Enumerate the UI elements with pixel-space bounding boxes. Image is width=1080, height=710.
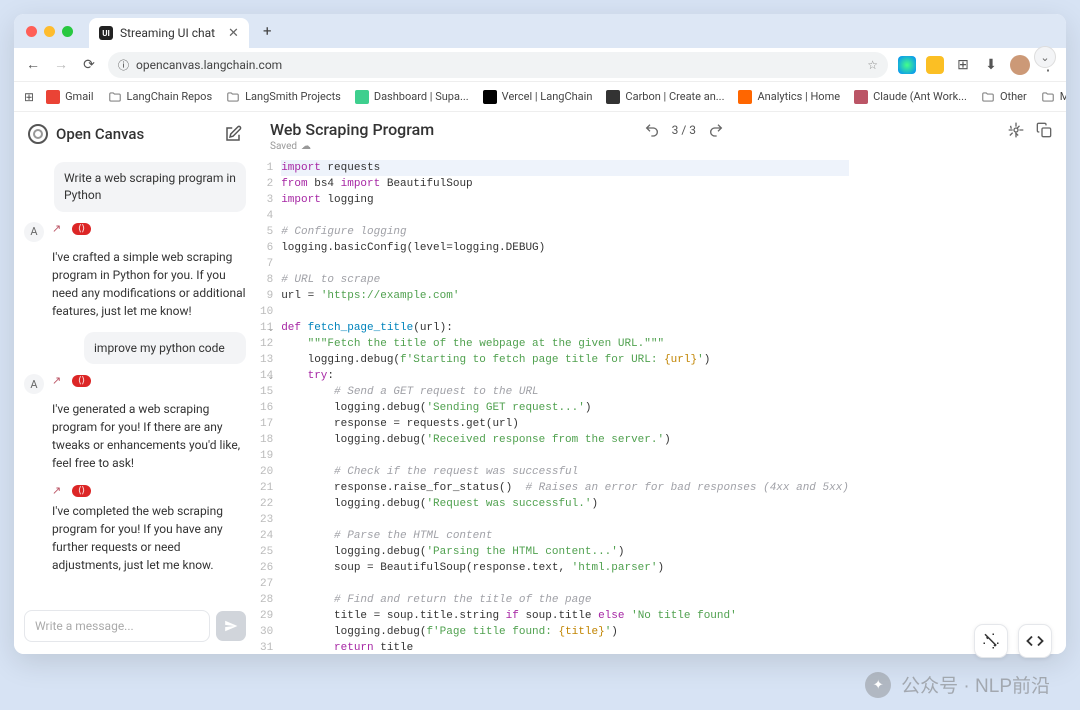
- collapse-tabs-icon[interactable]: ⌄: [1034, 46, 1056, 68]
- code-badge[interactable]: ⟨⟩: [72, 223, 91, 235]
- bookmark-item[interactable]: Carbon | Create an...: [606, 90, 724, 104]
- extension-icon[interactable]: [926, 56, 944, 74]
- chat-input-row: Write a message...: [22, 606, 248, 644]
- apps-icon[interactable]: ⊞: [24, 90, 34, 104]
- minimize-window-icon[interactable]: [44, 26, 55, 37]
- site-info-icon[interactable]: ⓘ: [118, 57, 129, 73]
- bookmark-item[interactable]: Other: [981, 90, 1027, 104]
- undo-icon[interactable]: [644, 122, 660, 138]
- bookmark-item[interactable]: Analytics | Home: [738, 90, 840, 104]
- tab-title: Streaming UI chat: [120, 26, 215, 40]
- close-window-icon[interactable]: [26, 26, 37, 37]
- bookmark-item[interactable]: Claude (Ant Work...: [854, 90, 967, 104]
- browser-window: UI Streaming UI chat ✕ + ⌄ ← → ⟳ ⓘ openc…: [14, 14, 1066, 654]
- open-link-icon[interactable]: ↗: [52, 484, 66, 498]
- reload-button[interactable]: ⟳: [80, 57, 98, 73]
- code-badge[interactable]: ⟨⟩: [72, 375, 91, 387]
- version-label: 3 / 3: [672, 123, 696, 137]
- send-button[interactable]: [216, 611, 246, 641]
- downloads-icon[interactable]: ⬇: [982, 57, 1000, 73]
- extension-icon[interactable]: [898, 56, 916, 74]
- ai-message-header: A ↗ ⟨⟩: [24, 222, 246, 242]
- tab-favicon: UI: [99, 26, 113, 40]
- user-message: Write a web scraping program in Python: [54, 162, 246, 212]
- ai-message-header: A ↗ ⟨⟩: [24, 374, 246, 394]
- wechat-icon: ✦: [865, 672, 891, 698]
- bookmark-item[interactable]: LangChain Repos: [108, 90, 213, 104]
- copy-icon[interactable]: [1036, 122, 1052, 138]
- settings-icon[interactable]: [1008, 122, 1024, 138]
- new-tab-button[interactable]: +: [257, 22, 278, 40]
- tab-strip: UI Streaming UI chat ✕ + ⌄: [14, 14, 1066, 48]
- message-input[interactable]: Write a message...: [24, 610, 210, 642]
- new-chat-icon[interactable]: [224, 125, 242, 143]
- bookmark-item[interactable]: Vercel | LangChain: [483, 90, 593, 104]
- chat-sidebar: Open Canvas Write a web scraping program…: [14, 112, 256, 654]
- code-view-button[interactable]: [1018, 624, 1052, 658]
- address-bar: ← → ⟳ ⓘ opencanvas.langchain.com ☆ ⊞ ⬇ ⋮: [14, 48, 1066, 82]
- code-badge[interactable]: ⟨⟩: [72, 485, 91, 497]
- forward-button[interactable]: →: [52, 56, 70, 73]
- ai-avatar: A: [24, 222, 44, 242]
- app-title: Open Canvas: [28, 124, 144, 144]
- user-message: improve my python code: [84, 332, 246, 365]
- floating-actions: [974, 624, 1052, 658]
- open-link-icon[interactable]: ↗: [52, 222, 66, 236]
- toolbar-extensions: ⊞ ⬇ ⋮: [898, 55, 1056, 75]
- bookmark-item[interactable]: Gmail: [46, 90, 93, 104]
- extensions-menu-icon[interactable]: ⊞: [954, 57, 972, 73]
- url-text: opencanvas.langchain.com: [136, 58, 282, 72]
- url-input[interactable]: ⓘ opencanvas.langchain.com ☆: [108, 52, 888, 78]
- ai-message-text: I've generated a web scraping program fo…: [52, 400, 246, 472]
- chat-messages: Write a web scraping program in Python A…: [22, 156, 248, 596]
- bookmark-item[interactable]: Models: [1041, 90, 1066, 104]
- document-title[interactable]: Web Scraping Program: [270, 120, 434, 139]
- close-tab-icon[interactable]: ✕: [228, 26, 239, 41]
- bookmarks-bar: ⊞ Gmail LangChain Repos LangSmith Projects…: [14, 82, 1066, 112]
- open-link-icon[interactable]: ↗: [52, 374, 66, 388]
- magic-wand-button[interactable]: [974, 624, 1008, 658]
- bookmark-star-icon[interactable]: ☆: [867, 58, 878, 72]
- watermark: ✦ 公众号 · NLP前沿: [865, 671, 1050, 698]
- window-controls: [26, 26, 73, 37]
- redo-icon[interactable]: [708, 122, 724, 138]
- line-gutter: 1234567891011⌄121314⌄1516171819202122232…: [256, 158, 281, 654]
- profile-avatar[interactable]: [1010, 55, 1030, 75]
- back-button[interactable]: ←: [24, 56, 42, 73]
- maximize-window-icon[interactable]: [62, 26, 73, 37]
- app-logo-icon: [28, 124, 48, 144]
- editor-header: Web Scraping Program 3 / 3: [256, 112, 1066, 141]
- ai-message-text: I've completed the web scraping program …: [52, 502, 246, 574]
- sidebar-header: Open Canvas: [22, 122, 248, 146]
- code-editor[interactable]: 1234567891011⌄121314⌄1516171819202122232…: [256, 158, 1066, 654]
- ai-message-text: I've crafted a simple web scraping progr…: [52, 248, 246, 320]
- browser-tab[interactable]: UI Streaming UI chat ✕: [89, 18, 249, 48]
- bookmark-item[interactable]: Dashboard | Supa...: [355, 90, 469, 104]
- editor-pane: Web Scraping Program 3 / 3 Saved ☁ 12345…: [256, 112, 1066, 654]
- code-content[interactable]: import requestsfrom bs4 import Beautiful…: [281, 158, 849, 654]
- app-body: Open Canvas Write a web scraping program…: [14, 112, 1066, 654]
- ai-avatar: A: [24, 374, 44, 394]
- bookmark-item[interactable]: LangSmith Projects: [226, 90, 341, 104]
- cloud-icon: ☁: [301, 141, 311, 152]
- saved-indicator: Saved ☁: [256, 141, 1066, 158]
